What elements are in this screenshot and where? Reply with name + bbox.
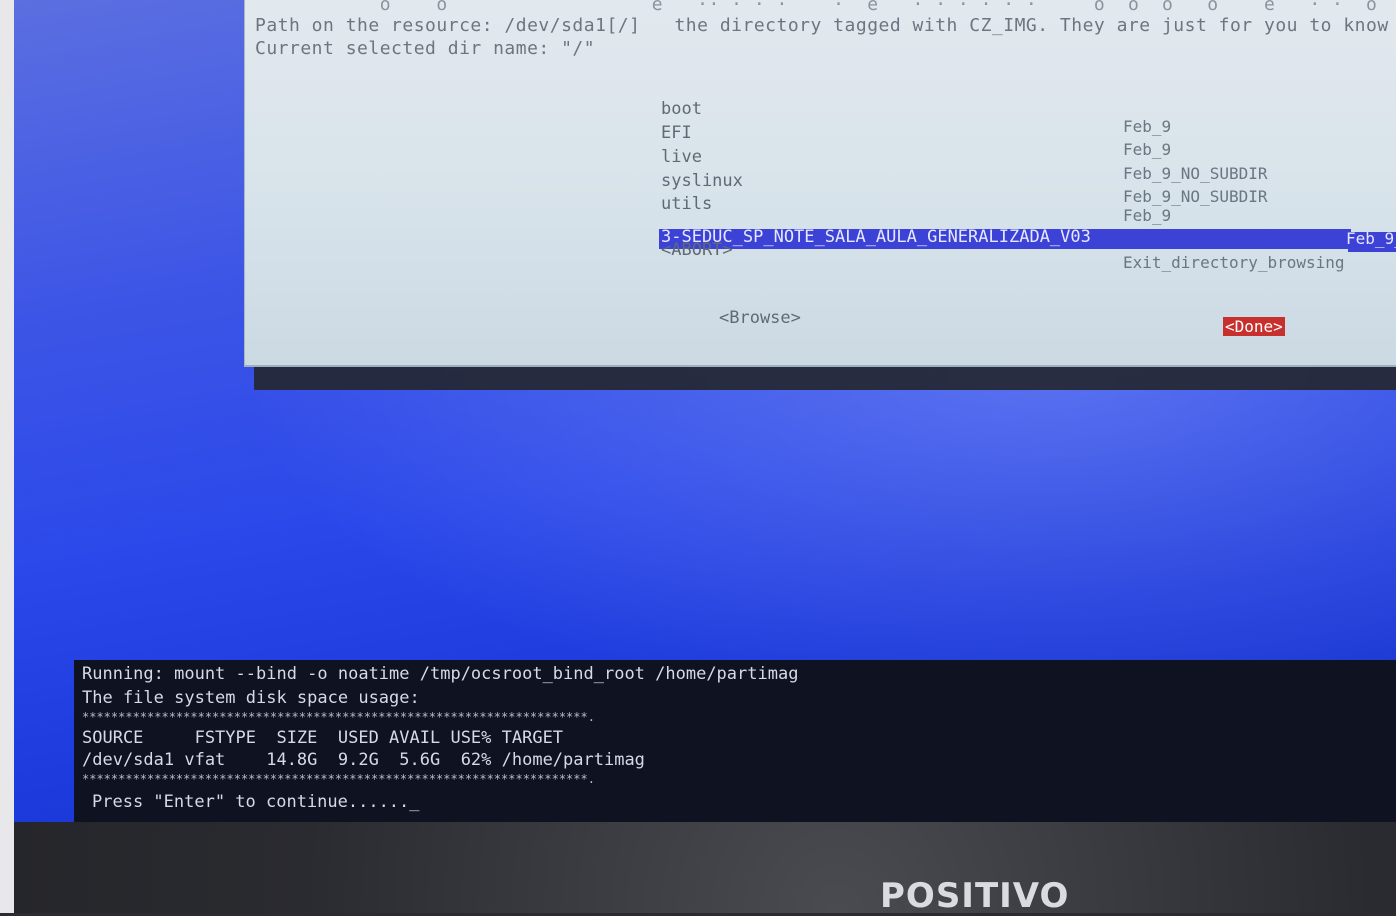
dir-item-syslinux[interactable]: syslinux <box>661 171 743 191</box>
continue-prompt[interactable]: Press "Enter" to continue......_ <box>92 792 420 812</box>
dir-desc-utils: Feb_9_NO_SUBDIR <box>1123 187 1268 206</box>
disk-table-header: SOURCE FSTYPE SIZE USED AVAIL USE% TARGE… <box>82 728 564 748</box>
selected-desc-highlight[interactable]: Feb_9_CZ_IMG <box>1346 229 1396 252</box>
current-dir-line: Current selected dir name: "/" <box>255 38 596 59</box>
abort-desc: Exit_directory_browsing <box>1123 253 1345 272</box>
dir-item-boot[interactable]: boot <box>661 99 702 119</box>
separator-line: ****************************************… <box>82 710 595 724</box>
selected-dir-highlight[interactable]: 3-SEDUC_SP_NOTE_SALA_AULA_GENERALIZADA_V… <box>659 227 1351 249</box>
dir-desc-selected: Feb_9_CZ_IMG <box>1346 229 1396 248</box>
dir-item-live[interactable]: live <box>661 147 702 167</box>
bezel-edge <box>0 0 14 913</box>
dir-desc-efi: Feb_9 <box>1123 117 1172 136</box>
browse-button[interactable]: <Browse> <box>719 308 801 328</box>
abort-item[interactable]: <ABORT> <box>661 240 733 260</box>
dir-desc-syslinux: Feb_9_NO_SUBDIR <box>1123 164 1268 183</box>
done-button[interactable]: <Done> <box>1223 317 1285 336</box>
resource-path-line: Path on the resource: /dev/sda1[/] the d… <box>255 15 1396 36</box>
dir-item-utils[interactable]: utils <box>661 194 712 214</box>
dialog-instruction-cut: o o e ·· · · · · e · · · · · · o o o o e… <box>255 0 1378 15</box>
dir-desc-utils-2: Feb_9 <box>1123 206 1172 225</box>
terminal-output: Running: mount --bind -o noatime /tmp/oc… <box>74 660 1396 822</box>
disk-usage-heading: The file system disk space usage: <box>82 688 420 708</box>
mount-command-line: Running: mount --bind -o noatime /tmp/oc… <box>82 664 799 684</box>
disk-table-row: /dev/sda1 vfat 14.8G 9.2G 5.6G 62% /home… <box>82 750 645 770</box>
dir-desc-live: Feb_9 <box>1123 140 1172 159</box>
monitor-screen: o o e ·· · · · · e · · · · · · o o o o e… <box>14 0 1396 822</box>
directory-browser-dialog: o o e ·· · · · · e · · · · · · o o o o e… <box>244 0 1396 367</box>
positivo-logo: POSITIVO <box>880 876 1070 916</box>
dir-item-efi[interactable]: EFI <box>661 123 692 143</box>
separator-line-2: ****************************************… <box>82 772 595 786</box>
